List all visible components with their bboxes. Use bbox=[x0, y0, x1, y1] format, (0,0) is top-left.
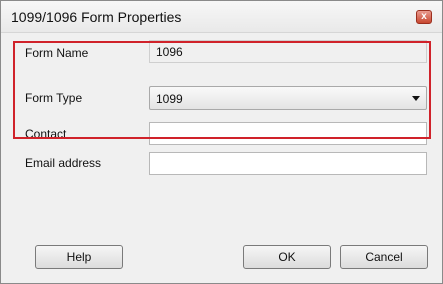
form-type-dropdown[interactable]: 1099 bbox=[149, 86, 427, 110]
ok-button[interactable]: OK bbox=[243, 245, 331, 269]
form-type-label: Form Type bbox=[25, 91, 83, 105]
window-title: 1099/1096 Form Properties bbox=[11, 9, 182, 25]
dialog-body: Form Name 1096 Form Type 1099 Contact Em… bbox=[9, 40, 436, 275]
email-label: Email address bbox=[25, 156, 102, 170]
form-properties-dialog: 1099/1096 Form Properties x Form Name 10… bbox=[0, 0, 443, 284]
help-button[interactable]: Help bbox=[35, 245, 123, 269]
form-type-selected-value: 1099 bbox=[156, 92, 183, 106]
title-bar[interactable]: 1099/1096 Form Properties x bbox=[1, 1, 442, 33]
cancel-button[interactable]: Cancel bbox=[340, 245, 428, 269]
email-field[interactable] bbox=[149, 152, 427, 175]
contact-label: Contact bbox=[25, 127, 67, 141]
contact-field[interactable] bbox=[149, 122, 427, 145]
form-name-label: Form Name bbox=[25, 46, 89, 60]
form-name-field: 1096 bbox=[149, 40, 427, 63]
chevron-down-icon[interactable] bbox=[412, 96, 420, 101]
close-icon[interactable]: x bbox=[416, 10, 432, 24]
